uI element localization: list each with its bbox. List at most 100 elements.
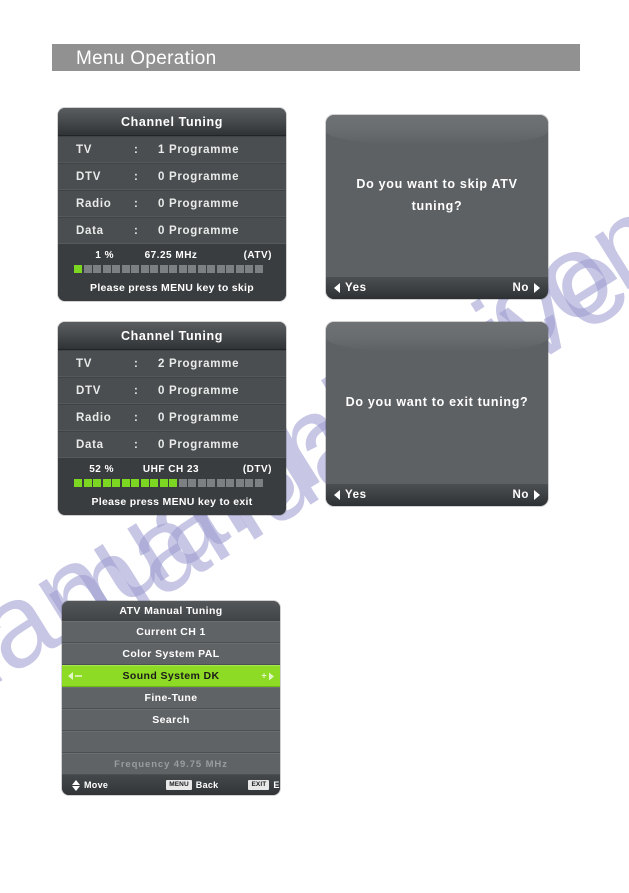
- dialog-yes-button[interactable]: Yes: [334, 282, 367, 294]
- dialog-skip-atv: Do you want to skip ATV tuning? Yes No: [326, 115, 548, 299]
- progress-segment: [245, 479, 253, 487]
- progress-segment: [216, 479, 225, 487]
- scan-progress-bar: [58, 479, 286, 487]
- menu-item-label: Sound System DK: [122, 670, 220, 682]
- progress-segment: [140, 479, 149, 487]
- scan-status-line: 52 % UHF CH 23 (DTV): [58, 463, 286, 479]
- row-label: DTV: [76, 384, 102, 397]
- row-separator: :: [134, 224, 139, 237]
- table-row: TV : 1 Programme: [58, 136, 286, 163]
- progress-segment: [188, 479, 196, 487]
- dialog-yes-label: Yes: [345, 282, 367, 294]
- progress-segment: [188, 265, 196, 273]
- channel-tuning-dtv-title: Channel Tuning: [58, 322, 286, 350]
- row-separator: :: [134, 384, 139, 397]
- dialog-yes-label: Yes: [345, 489, 367, 501]
- dialog-no-button[interactable]: No: [512, 489, 540, 501]
- plus-icon: +: [261, 670, 267, 681]
- row-separator: :: [134, 170, 139, 183]
- row-separator: :: [134, 438, 139, 451]
- frequency-readout: Frequency 49.75 MHz: [62, 753, 280, 775]
- atv-manual-tuning-title: ATV Manual Tuning: [62, 601, 280, 621]
- dialog-yes-button[interactable]: Yes: [334, 489, 367, 501]
- menu-item-sound-system[interactable]: Sound System DK +: [62, 665, 280, 687]
- row-separator: :: [134, 357, 139, 370]
- footer-back-label: Back: [195, 780, 219, 790]
- progress-segment: [102, 265, 111, 273]
- row-value: 0 Programme: [158, 197, 240, 210]
- row-label: Radio: [76, 197, 112, 210]
- dialog-skip-atv-actions: Yes No: [326, 277, 548, 299]
- arrow-left-icon: [334, 283, 340, 293]
- channel-tuning-atv-title: Channel Tuning: [58, 108, 286, 136]
- progress-segment: [131, 265, 139, 273]
- progress-segment: [83, 479, 92, 487]
- row-value: 0 Programme: [158, 224, 240, 237]
- dialog-exit-tuning-message: Do you want to exit tuning?: [345, 395, 529, 409]
- progress-segment: [226, 265, 234, 273]
- menu-item-label: Color System PAL: [122, 648, 220, 660]
- dialog-skip-atv-message: Do you want to skip ATV tuning?: [356, 177, 518, 213]
- row-separator: :: [134, 197, 139, 210]
- menu-key-icon: MENU: [166, 780, 192, 790]
- menu-item-label: Search: [152, 714, 190, 726]
- table-row: Radio : 0 Programme: [58, 190, 286, 217]
- menu-item-search[interactable]: Search: [62, 709, 280, 731]
- dialog-no-label: No: [512, 489, 529, 501]
- arrow-left-icon: [334, 490, 340, 500]
- section-banner: Menu Operation: [52, 44, 580, 71]
- progress-segment: [207, 265, 215, 273]
- scan-percent: 52 %: [89, 464, 114, 475]
- row-label: TV: [76, 357, 93, 370]
- row-value: 0 Programme: [158, 438, 240, 451]
- progress-segment: [197, 479, 206, 487]
- dialog-exit-tuning: Do you want to exit tuning? Yes No: [326, 322, 548, 506]
- atv-manual-tuning-panel: ATV Manual Tuning Current CH 1 Color Sys…: [62, 601, 280, 795]
- channel-tuning-atv-footer: 1 % 67.25 MHz (ATV) Please press MENU ke…: [58, 244, 286, 301]
- row-value: 2 Programme: [158, 357, 240, 370]
- progress-segment: [169, 479, 177, 487]
- scan-progress-bar: [58, 265, 286, 273]
- progress-segment: [226, 479, 234, 487]
- scan-mode: (ATV): [243, 250, 272, 261]
- scan-hint-message: Please press MENU key to exit: [91, 496, 253, 508]
- channel-tuning-atv-panel: Channel Tuning TV : 1 Programme DTV : 0 …: [58, 108, 286, 301]
- minus-icon: [75, 675, 82, 677]
- scan-frequency: 67.25 MHz: [144, 250, 198, 261]
- arrow-right-icon: [534, 283, 540, 293]
- row-label: Data: [76, 438, 104, 451]
- progress-segment: [74, 479, 82, 487]
- progress-segment: [235, 479, 244, 487]
- dialog-no-button[interactable]: No: [512, 282, 540, 294]
- footer-move-hint: Move: [72, 779, 109, 791]
- progress-segment: [140, 265, 149, 273]
- menu-item-current-ch[interactable]: Current CH 1: [62, 621, 280, 643]
- row-label: Data: [76, 224, 104, 237]
- arrow-right-icon: [534, 490, 540, 500]
- dialog-no-label: No: [512, 282, 529, 294]
- progress-segment: [131, 479, 139, 487]
- scan-mode: (DTV): [242, 464, 272, 475]
- atv-manual-tuning-footer: Move MENU Back EXIT Exit: [62, 775, 280, 795]
- progress-segment: [83, 265, 92, 273]
- scan-channel: UHF CH 23: [142, 464, 200, 475]
- progress-segment: [216, 265, 225, 273]
- progress-segment: [112, 265, 120, 273]
- increase-arrow-group[interactable]: +: [261, 670, 274, 681]
- row-value: 0 Programme: [158, 384, 240, 397]
- footer-move-label: Move: [84, 780, 109, 790]
- footer-back-hint: MENU Back: [166, 780, 218, 790]
- menu-item-fine-tune[interactable]: Fine-Tune: [62, 687, 280, 709]
- progress-segment: [207, 479, 215, 487]
- footer-exit-hint: EXIT Exit: [248, 780, 280, 790]
- menu-item-color-system[interactable]: Color System PAL: [62, 643, 280, 665]
- progress-segment: [235, 265, 244, 273]
- channel-tuning-dtv-panel: Channel Tuning TV : 2 Programme DTV : 0 …: [58, 322, 286, 515]
- progress-segment: [102, 479, 111, 487]
- scan-percent: 1 %: [95, 250, 114, 261]
- decrease-arrow-group[interactable]: [68, 672, 82, 680]
- row-value: 0 Programme: [158, 411, 240, 424]
- progress-segment: [150, 479, 158, 487]
- progress-segment: [169, 265, 177, 273]
- menu-item-label: Current CH 1: [136, 626, 206, 638]
